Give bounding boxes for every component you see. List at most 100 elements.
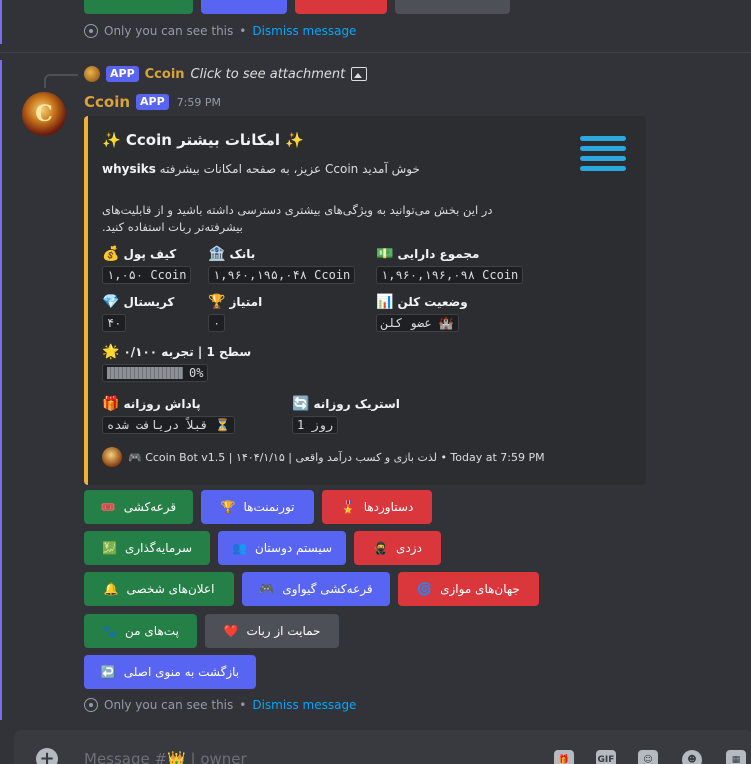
field-daily-reward: 🎁 پاداش روزانه ⏳ قبلاً دریافت شده [102, 396, 236, 434]
cash-icon: 💵 [376, 246, 394, 262]
notice-separator: • [239, 24, 247, 38]
reply-text[interactable]: Click to see attachment [191, 67, 346, 82]
button-label: سیستم دوستان [254, 541, 333, 555]
field-total-assets: 💵 مجموع دارایی ۱,۹۶۰,۱۹۶,۰۹۸ Ccoin [376, 246, 524, 284]
message-timestamp: 7:59 PM [176, 95, 221, 109]
welcome-text: خوش آمدید Ccoin عزیز، به صفحه امکانات بی… [159, 162, 420, 176]
money-bag-icon: 💰 [102, 246, 120, 262]
level-progress: 0% [102, 364, 209, 382]
paw-icon: 🐾 [102, 624, 118, 638]
app-badge: APP [136, 94, 169, 110]
field-name: امتیاز [229, 295, 263, 309]
previous-button-red[interactable] [295, 0, 387, 14]
field-daily-streak: 🔄 استریک روزانه 1 روز [292, 396, 400, 434]
field-crystal: 💎 کریستال ۴۰ [102, 294, 174, 332]
sticker-icon[interactable]: ☺ [638, 750, 658, 764]
field-name: بانک [229, 247, 256, 261]
field-wallet: 💰 کیف پول ۱,۰۵۰ Ccoin [102, 246, 192, 284]
field-score: 🏆 امتیاز ۰ [208, 294, 262, 332]
button-label: قرعه‌کشی [123, 500, 177, 514]
embed-welcome: whysiks خوش آمدید Ccoin عزیز، به صفحه ام… [102, 162, 420, 176]
friends-system-button[interactable]: سیستم دوستان 👥 [218, 531, 346, 565]
field-name: کریستال [123, 295, 175, 309]
previous-button-blurple[interactable] [201, 0, 287, 14]
ephemeral-highlight-bar [0, 0, 2, 44]
chart-up-icon: 💹 [101, 541, 117, 555]
message-composer: + Message #👑 | owner 🎁 GIF ☺ ☻ ▦ [14, 730, 751, 764]
message-input[interactable]: Message #👑 | owner [84, 750, 247, 764]
button-label: دزدی [396, 541, 422, 555]
emoji-icon[interactable]: ☻ [682, 750, 702, 764]
heart-icon: ❤️ [223, 624, 239, 638]
field-name: وضعیت کلن [397, 295, 468, 309]
footer-avatar [102, 447, 122, 467]
investment-button[interactable]: سرمایه‌گذاری 💹 [84, 531, 210, 565]
field-level: 🌟 سطح 1 | تجربه ۰/۱۰۰ 0% [102, 344, 251, 383]
previous-button-green[interactable] [84, 0, 193, 14]
my-pets-button[interactable]: پت‌های من 🐾 [84, 614, 197, 648]
field-name: کیف پول [123, 247, 177, 261]
trophy-icon: 🏆 [208, 294, 226, 310]
button-label: جهان‌های موازی [440, 582, 520, 596]
app-badge: APP [106, 66, 139, 82]
menu-thumbnail-icon [580, 136, 626, 176]
back-to-main-menu-button[interactable]: بازگشت به منوی اصلی ↩️ [84, 655, 256, 689]
achievements-button[interactable]: دستاوردها 🎖️ [322, 490, 432, 524]
field-value: ۰ [208, 314, 226, 332]
message-header: Ccoin APP 7:59 PM [84, 93, 221, 111]
field-value: ⏳ قبلاً دریافت شده [102, 416, 236, 434]
avatar[interactable]: C [22, 92, 66, 136]
progress-bar [107, 367, 183, 379]
footer-text: 🎮 Ccoin Bot v1.5 | لذت بازی و کسب درآمد … [128, 450, 545, 464]
personal-notifications-button[interactable]: اعلان‌های شخصی 🔔 [84, 572, 234, 606]
field-bank: 🏦 بانک ۱,۹۶۰,۱۹۵,۰۴۸ Ccoin [208, 246, 356, 284]
eye-icon [84, 698, 98, 712]
reply-author[interactable]: Ccoin [145, 67, 185, 82]
button-label: قرعه‌کشی گیواوی [282, 582, 373, 596]
tournaments-button[interactable]: تورنمنت‌ها 🏆 [201, 490, 314, 524]
field-clan-status: 📊 وضعیت کلن 🏰 عضو کلن [376, 294, 468, 332]
button-label: سرمایه‌گذاری [124, 541, 193, 555]
dismiss-message-link[interactable]: Dismiss message [252, 698, 356, 712]
support-bot-button[interactable]: حمایت از ربات ❤️ [205, 614, 339, 648]
welcome-user: whysiks [102, 162, 156, 176]
cyclone-icon: 🌀 [417, 582, 433, 596]
progress-text: 0% [189, 366, 204, 380]
apps-icon[interactable]: ▦ [726, 750, 746, 764]
avatar-letter: C [35, 101, 53, 127]
button-label: تورنمنت‌ها [243, 500, 295, 514]
gif-icon[interactable]: GIF [596, 750, 616, 764]
parallel-worlds-button[interactable]: جهان‌های موازی 🌀 [398, 572, 539, 606]
button-label: بازگشت به منوی اصلی [123, 665, 240, 679]
reply-reference[interactable]: APP Ccoin Click to see attachment [84, 66, 368, 82]
medal-icon: 🎖️ [340, 500, 356, 514]
button-label: اعلان‌های شخصی [126, 582, 215, 596]
repeat-icon: 🔄 [292, 396, 310, 412]
author-name[interactable]: Ccoin [84, 93, 130, 111]
giveaway-lottery-button[interactable]: قرعه‌کشی گیواوی 🎮 [242, 572, 390, 606]
field-name: پاداش روزانه [123, 397, 201, 411]
ephemeral-notice: Only you can see this • Dismiss message [84, 698, 356, 712]
message-divider [0, 52, 751, 53]
field-value: 🏰 عضو کلن [376, 314, 459, 332]
bank-icon: 🏦 [208, 246, 226, 262]
level-name: سطح 1 | تجربه ۰/۱۰۰ [123, 345, 252, 359]
people-icon: 👥 [231, 541, 247, 555]
plus-icon[interactable]: + [36, 748, 58, 764]
embed-card: ✨ امکانات بیشتر Ccoin ✨ whysiks خوش آمدی… [84, 116, 646, 485]
reply-avatar [84, 66, 100, 82]
previous-button-gray[interactable] [395, 0, 510, 14]
lottery-button[interactable]: قرعه‌کشی 🎟️ [84, 490, 193, 524]
star-icon: 🌟 [102, 344, 120, 360]
notice-text: Only you can see this [104, 24, 234, 38]
gem-icon: 💎 [102, 294, 120, 310]
theft-button[interactable]: دزدی 🥷 [354, 531, 441, 565]
ephemeral-notice: Only you can see this • Dismiss message [84, 24, 356, 38]
field-value: 1 روز [292, 416, 339, 434]
notice-text: Only you can see this [104, 698, 234, 712]
gift-icon[interactable]: 🎁 [554, 750, 574, 764]
button-label: حمایت از ربات [246, 624, 321, 638]
field-value: ۴۰ [102, 314, 127, 332]
dismiss-message-link[interactable]: Dismiss message [252, 24, 356, 38]
chart-icon: 📊 [376, 294, 394, 310]
